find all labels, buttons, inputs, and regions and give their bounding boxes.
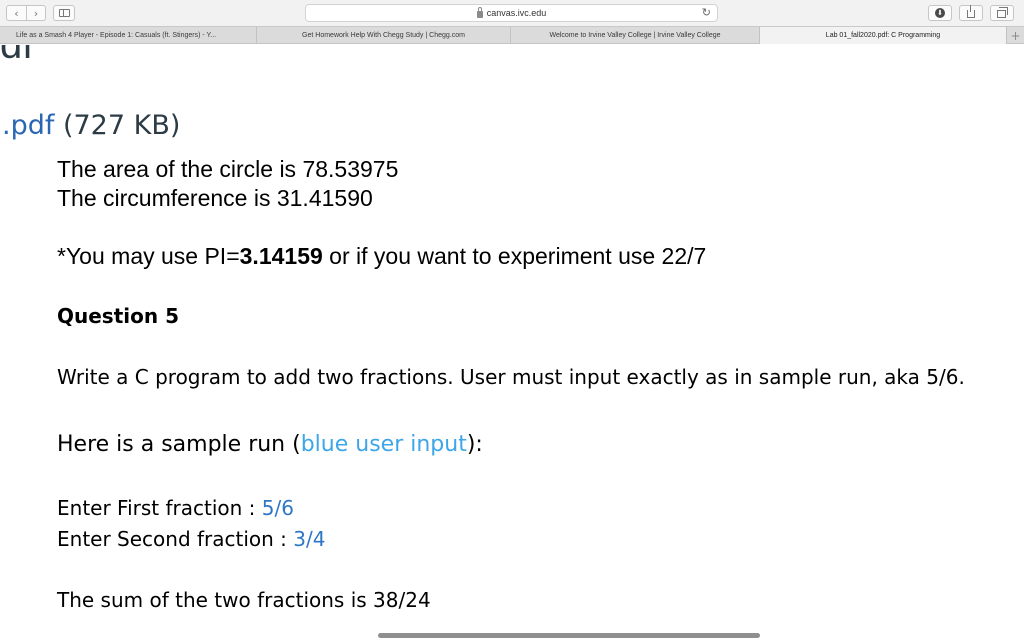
tab-label: Welcome to Irvine Valley College | Irvin… [549,32,721,39]
tabs-glyph [996,7,1008,18]
tabs-overview-icon[interactable] [990,5,1014,21]
second-prompt: Enter Second fraction : [57,527,294,551]
browser-toolbar: ‹ › canvas.ivc.edu ↻ ⬇ [0,0,1024,26]
sample-run-heading: Here is a sample run (blue user input): [57,431,483,459]
file-size: (727 KB) [54,110,181,141]
tab-label: Life as a Smash 4 Player - Episode 1: Ca… [16,32,217,39]
page-content: df .pdf (727 KB) The area of the circle … [0,45,1024,640]
forward-icon[interactable]: › [25,6,45,20]
new-tab-icon[interactable]: + [1007,27,1024,44]
address-bar[interactable]: canvas.ivc.edu ↻ [305,4,718,22]
second-fraction-line: Enter Second fraction : 3/4 [57,526,325,552]
page-title: df [0,45,34,67]
nav-buttons: ‹ › [6,5,46,21]
first-fraction-line: Enter First fraction : 5/6 [57,495,294,521]
sidebar-glyph [58,9,70,17]
tab-ivc[interactable]: Welcome to Irvine Valley College | Irvin… [511,27,760,44]
reload-icon[interactable]: ↻ [702,7,711,19]
sum-output-line: The sum of the two fractions is 38/24 [57,588,431,612]
pi-value: 3.14159 [239,243,323,269]
url-text: canvas.ivc.edu [486,8,547,18]
back-icon[interactable]: ‹ [7,6,26,20]
question-prompt: Write a C program to add two fractions. … [57,365,965,389]
sample-suffix: ): [466,432,483,457]
share-glyph [967,5,975,18]
download-glyph: ⬇ [935,8,945,18]
file-attachment: .pdf (727 KB) [2,109,180,143]
area-output-line: The area of the circle is 78.53975 [57,156,399,182]
tab-lab-pdf[interactable]: Lab 01_fall2020.pdf: C Programming [760,27,1007,44]
pi-note-prefix: *You may use PI= [57,243,240,269]
download-icon[interactable]: ⬇ [928,5,952,21]
first-input: 5/6 [261,496,294,520]
sample-blue-legend: blue user input [300,432,467,457]
tab-label: Get Homework Help With Chegg Study | Che… [302,32,465,39]
lock-icon [476,6,483,18]
tab-smash-video[interactable]: Life as a Smash 4 Player - Episode 1: Ca… [0,27,257,44]
first-prompt: Enter First fraction : [57,496,262,520]
pi-note-suffix: or if you want to experiment use 22/7 [322,243,707,269]
sidebar-icon[interactable] [53,5,75,21]
pi-note: *You may use PI=3.14159 or if you want t… [57,242,706,271]
file-link[interactable]: .pdf [2,110,54,141]
tab-bar: Life as a Smash 4 Player - Episode 1: Ca… [0,26,1024,44]
question-title: Question 5 [57,304,179,328]
sample-prefix: Here is a sample run ( [57,432,301,457]
share-icon[interactable] [959,5,983,21]
tab-chegg[interactable]: Get Homework Help With Chegg Study | Che… [257,27,511,44]
second-input: 3/4 [293,527,326,551]
circumference-output-line: The circumference is 31.41590 [57,185,373,211]
tab-label: Lab 01_fall2020.pdf: C Programming [825,32,941,39]
horizontal-scrollbar[interactable] [378,633,760,638]
